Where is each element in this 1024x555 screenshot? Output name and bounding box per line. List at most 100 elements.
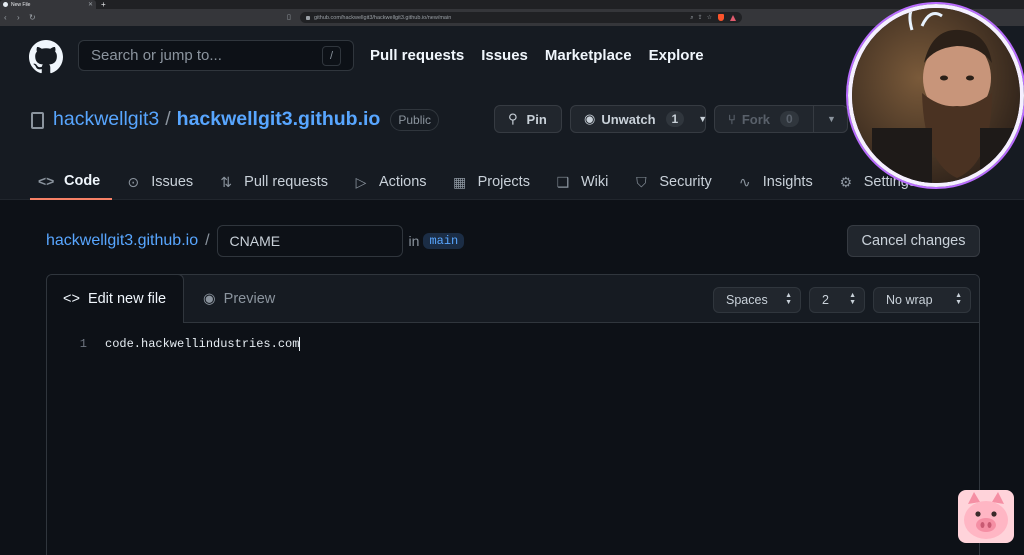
repo-owner-link[interactable]: hackwellgit3	[53, 108, 159, 131]
wrap-mode-value: No wrap	[886, 293, 933, 307]
line-number: 1	[79, 337, 87, 351]
tab-insights-label: Insights	[762, 174, 813, 190]
select-arrows-icon: ▲ ▼	[785, 292, 792, 306]
watch-count: 1	[665, 111, 685, 127]
cancel-changes-button[interactable]: Cancel changes	[847, 225, 980, 257]
tab-edit-label: Edit new file	[87, 291, 167, 307]
nav-pull-requests[interactable]: Pull requests	[370, 47, 464, 64]
github-favicon-icon	[3, 2, 8, 7]
lock-icon	[306, 15, 310, 20]
fork-icon: ⑂	[728, 111, 736, 127]
chevron-down-icon: ▼	[698, 114, 708, 124]
close-icon[interactable]: ✕	[88, 2, 93, 8]
tab-preview-label: Preview	[223, 291, 276, 307]
bookmark-icon[interactable]: ▯	[287, 13, 291, 22]
tab-insights[interactable]: ∿ Insights	[729, 164, 825, 200]
breadcrumb-separator: /	[205, 232, 210, 249]
tab-security-label: Security	[659, 174, 712, 190]
tab-issues-label: Issues	[151, 174, 194, 190]
webcam-overlay	[848, 4, 1024, 187]
tab-actions[interactable]: ▷ Actions	[345, 164, 439, 200]
graph-icon: ∿	[738, 173, 751, 190]
tab-issues[interactable]: ⊙ Issues	[117, 164, 205, 200]
code-icon: <>	[63, 291, 80, 307]
repo-name-link[interactable]: hackwellgit3.github.io	[177, 108, 381, 131]
code-line[interactable]: 1 code.hackwellindustries.com	[47, 335, 301, 353]
reload-icon[interactable]: ↻	[29, 13, 36, 22]
file-breadcrumb: hackwellgit3.github.io / CNAME in main	[46, 225, 465, 257]
issue-icon: ⊙	[127, 173, 140, 190]
tab-pull-requests[interactable]: ⇅ Pull requests	[210, 164, 340, 200]
tab-preview[interactable]: ◉ Preview	[203, 275, 275, 323]
search-shortcut-key: /	[322, 45, 341, 66]
tab-projects-label: Projects	[477, 174, 530, 190]
nav-explore[interactable]: Explore	[649, 47, 704, 64]
brave-rewards-icon[interactable]	[730, 14, 736, 21]
text-cursor	[299, 337, 301, 351]
header-nav: Pull requests Issues Marketplace Explore	[370, 47, 704, 64]
chevron-down-icon[interactable]: ▼	[827, 114, 836, 124]
pull-request-icon: ⇅	[220, 173, 233, 190]
indent-mode-select[interactable]: Spaces ▲ ▼	[713, 287, 801, 313]
nav-marketplace[interactable]: Marketplace	[545, 47, 632, 64]
pin-button[interactable]: ⚲ Pin	[494, 105, 562, 133]
tab-projects[interactable]: ▦ Projects	[444, 164, 542, 200]
tab-actions-label: Actions	[379, 174, 427, 190]
github-logo-icon[interactable]	[29, 40, 63, 74]
breadcrumb-repo-link[interactable]: hackwellgit3.github.io	[46, 232, 198, 250]
indent-mode-value: Spaces	[726, 293, 768, 307]
nav-issues[interactable]: Issues	[481, 47, 528, 64]
new-tab-icon[interactable]: +	[101, 0, 106, 9]
unwatch-label: Unwatch	[601, 111, 656, 127]
back-icon[interactable]: ‹	[4, 13, 7, 22]
address-bar[interactable]: github.com/hackwellgit3/hackwellgit3.git…	[300, 12, 742, 23]
star-icon[interactable]: ☆	[707, 15, 712, 21]
branch-badge: main	[423, 233, 465, 249]
fork-count: 0	[779, 111, 799, 127]
editor-toolbar: <> Edit new file ◉ Preview Spaces ▲ ▼ 2 ▲…	[47, 275, 979, 323]
line-content[interactable]: code.hackwellindustries.com	[105, 337, 299, 351]
select-arrows-icon: ▲ ▼	[849, 292, 856, 306]
browser-tab[interactable]: New File ✕	[0, 0, 96, 9]
wrap-mode-select[interactable]: No wrap ▲ ▼	[873, 287, 971, 313]
search-input[interactable]: Search or jump to... /	[78, 40, 354, 71]
forward-icon[interactable]: ›	[17, 13, 20, 22]
fork-button[interactable]: ⑂ Fork 0 ▼	[714, 105, 848, 133]
fork-label: Fork	[741, 111, 770, 127]
code-icon: <>	[38, 173, 55, 189]
tab-security[interactable]: ⛉ Security	[625, 164, 723, 200]
tab-edit-new-file[interactable]: <> Edit new file	[47, 275, 184, 323]
address-url[interactable]: github.com/hackwellgit3/hackwellgit3.git…	[314, 15, 686, 21]
tab-pull-requests-label: Pull requests	[244, 174, 328, 190]
tab-code-label: Code	[64, 173, 101, 189]
indent-size-value: 2	[822, 293, 829, 307]
tab-code[interactable]: <> Code	[30, 164, 113, 200]
presenter-portrait	[852, 8, 1020, 183]
book-icon: ❑	[556, 173, 570, 190]
file-editor: <> Edit new file ◉ Preview Spaces ▲ ▼ 2 ▲…	[46, 274, 980, 555]
shield-icon: ⛉	[636, 173, 647, 190]
pin-icon: ⚲	[508, 111, 518, 126]
browser-tab-title: New File	[11, 1, 31, 8]
eye-icon: ◉	[584, 111, 596, 126]
repo-title: hackwellgit3 / hackwellgit3.github.io Pu…	[53, 108, 440, 131]
zoom-icon[interactable]: ⌕	[690, 15, 693, 21]
pin-label: Pin	[526, 111, 547, 127]
repo-tabs: <> Code ⊙ Issues ⇅ Pull requests ▷ Actio…	[30, 164, 933, 200]
unwatch-button[interactable]: ◉ Unwatch 1 ▼	[570, 105, 708, 133]
brave-shield-icon[interactable]	[718, 14, 724, 21]
repo-icon	[31, 112, 44, 129]
search-placeholder[interactable]: Search or jump to...	[91, 47, 322, 64]
select-arrows-icon: ▲ ▼	[955, 292, 962, 306]
filename-input[interactable]: CNAME	[216, 225, 403, 257]
browser-tabstrip: New File ✕ +	[0, 0, 1024, 9]
gear-icon: ⚙	[839, 173, 852, 190]
pig-mascot-logo	[958, 490, 1014, 543]
indent-size-select[interactable]: 2 ▲ ▼	[809, 287, 865, 313]
play-icon: ▷	[355, 173, 367, 190]
share-icon[interactable]: ⇪	[698, 15, 703, 21]
tab-wiki[interactable]: ❑ Wiki	[547, 164, 620, 200]
table-icon: ▦	[452, 173, 467, 190]
fork-divider	[813, 106, 814, 132]
tab-wiki-label: Wiki	[580, 174, 609, 190]
